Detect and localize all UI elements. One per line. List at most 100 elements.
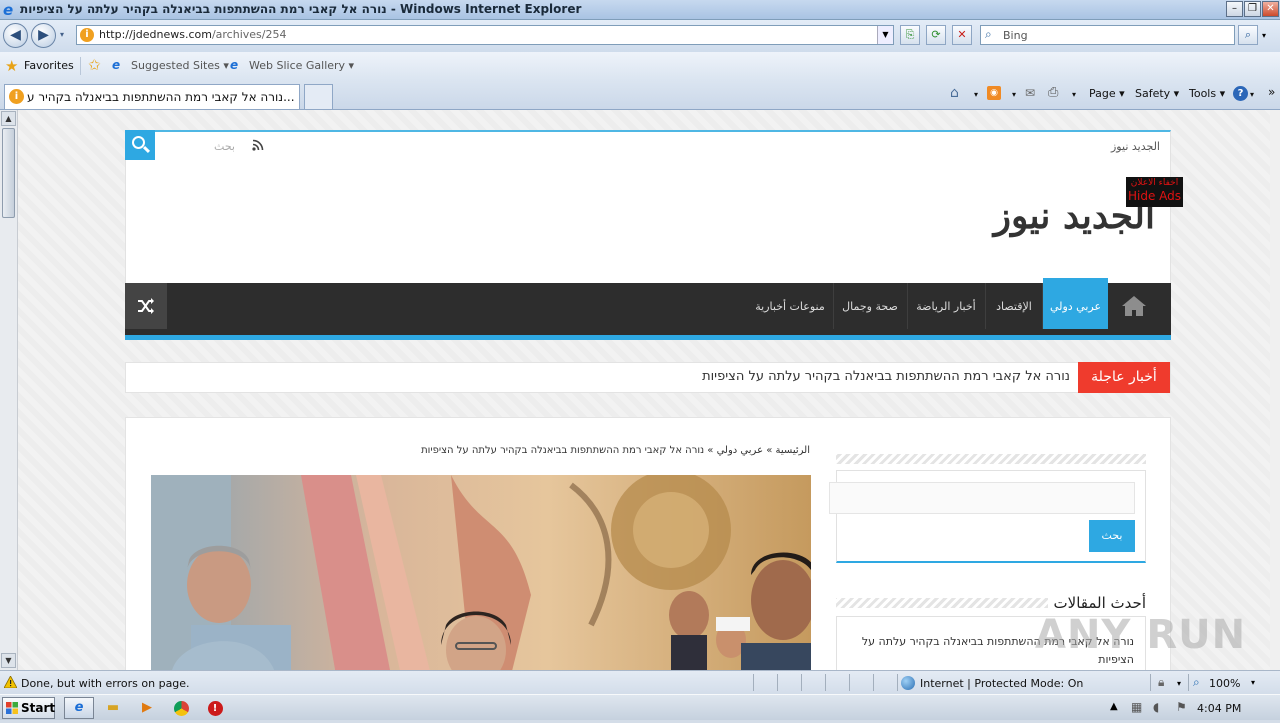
favorites-button[interactable]: Favorites — [24, 59, 74, 72]
print-icon[interactable]: ⎙ — [1048, 85, 1058, 100]
nav-item-sports[interactable]: أخبار الرياضة — [908, 283, 984, 329]
taskbar-ie-icon[interactable]: e — [64, 697, 94, 719]
feeds-icon[interactable]: ◉ — [987, 86, 1001, 100]
window-title-bar: e נורה אל קאבי רמת ההשתתפות בביאנלה בקהי… — [0, 0, 1280, 20]
stop-icon[interactable]: ✕ — [952, 25, 972, 45]
breadcrumb-separator: » — [766, 445, 773, 456]
sidebar-search-button[interactable]: بحث — [1089, 520, 1135, 552]
suggested-sites-link[interactable]: Suggested Sites ▾ — [131, 59, 229, 72]
vertical-scrollbar[interactable]: ▲ ▼ — [0, 110, 18, 670]
page-menu[interactable]: Page ▾ — [1089, 87, 1125, 100]
protected-mode-dropdown-icon[interactable]: ▾ — [1177, 679, 1181, 688]
status-bar: Done, but with errors on page. Internet … — [0, 670, 1280, 694]
show-hidden-icons[interactable]: ▲ — [1110, 701, 1118, 712]
tab-label: נורה אל קאבי רמת ההשתתפות בביאנלה בקהיר … — [27, 90, 295, 104]
breaking-news-label: أخبار عاجلة — [1078, 362, 1170, 393]
scroll-down-icon[interactable]: ▼ — [1, 653, 16, 668]
right-gutter — [1270, 110, 1280, 670]
hide-ads-button[interactable]: اخفاء الاعلان Hide Ads — [1126, 177, 1183, 207]
nav-home-button[interactable] — [1114, 283, 1154, 329]
address-dropdown-icon[interactable]: ▼ — [877, 26, 893, 44]
compatibility-view-icon[interactable]: ⎘ — [900, 25, 920, 45]
tray-network-icon[interactable]: ▦ — [1131, 700, 1142, 714]
print-dropdown-icon[interactable]: ▾ — [1072, 90, 1076, 99]
tools-menu[interactable]: Tools ▾ — [1189, 87, 1225, 100]
back-button[interactable]: ◀ — [3, 23, 28, 48]
status-divider — [1150, 674, 1151, 691]
tab-current[interactable]: i נורה אל קאבי רמת ההשתתפות בביאנלה בקהי… — [4, 84, 300, 109]
zoom-icon[interactable]: ⌕ — [1193, 675, 1200, 690]
home-icon[interactable]: ⌂ — [950, 85, 959, 101]
forward-button[interactable]: ▶ — [31, 23, 56, 48]
web-slice-icon: e — [230, 58, 239, 72]
chrome-logo-icon — [173, 701, 189, 716]
scroll-up-icon[interactable]: ▲ — [1, 111, 16, 126]
internet-zone-icon — [901, 676, 915, 690]
search-input[interactable]: ⌕ Bing — [980, 25, 1235, 45]
help-icon[interactable]: ? — [1233, 86, 1248, 101]
nav-separator — [833, 283, 834, 329]
zoom-dropdown-icon[interactable]: ▾ — [1251, 678, 1255, 687]
anyrun-watermark: ANY RUN — [1035, 612, 1247, 658]
favorites-bar: ★ Favorites ✩ e Suggested Sites ▾ e Web … — [0, 52, 1280, 80]
recent-pages-dropdown-icon[interactable]: ▾ — [60, 30, 64, 39]
site-name-link[interactable]: الجديد نيوز — [1090, 140, 1160, 153]
search-go-icon[interactable]: ⌕ — [1238, 25, 1258, 45]
home-dropdown-icon[interactable]: ▾ — [974, 90, 978, 99]
taskbar-explorer-icon[interactable]: ▬ — [98, 697, 128, 719]
sidebar-search-input[interactable] — [829, 482, 1135, 514]
close-button[interactable]: ✕ — [1262, 1, 1279, 17]
nav-separator — [907, 283, 908, 329]
lock-icon[interactable]: 🔒︎ — [1158, 675, 1164, 690]
rss-icon[interactable] — [252, 139, 264, 154]
random-article-button[interactable] — [125, 283, 167, 329]
favorites-star-icon: ★ — [5, 57, 19, 75]
web-slice-gallery-link[interactable]: Web Slice Gallery ▾ — [249, 59, 354, 72]
site-top-bar — [125, 130, 1171, 162]
hide-ads-label-ar: اخفاء الاعلان — [1130, 178, 1179, 188]
taskbar-antivirus-icon[interactable]: ! — [200, 697, 230, 719]
breadcrumb-category[interactable]: عربي دولي — [717, 445, 763, 456]
minimize-button[interactable]: – — [1226, 1, 1243, 17]
start-button[interactable]: Start — [2, 697, 55, 719]
taskbar-clock[interactable]: 4:04 PM — [1197, 702, 1241, 715]
address-bar[interactable]: i http://jdednews.com/archives/254 ▼ — [76, 25, 894, 45]
scroll-thumb[interactable] — [2, 128, 15, 218]
home-nav-icon — [1122, 296, 1146, 316]
nav-item-economy[interactable]: الإقتصاد — [986, 283, 1042, 329]
restore-button[interactable]: ❐ — [1244, 1, 1261, 17]
feeds-dropdown-icon[interactable]: ▾ — [1012, 90, 1016, 99]
zoom-level[interactable]: 100% — [1209, 677, 1240, 690]
site-search-input[interactable]: بحث — [160, 140, 235, 153]
help-dropdown-icon[interactable]: ▾ — [1250, 90, 1254, 99]
status-divider — [873, 674, 874, 691]
nav-item-misc-news[interactable]: منوعات أخبارية — [748, 283, 832, 329]
bing-search-icon: ⌕ — [985, 27, 992, 41]
status-divider — [1188, 674, 1189, 691]
nav-item-health-beauty[interactable]: صحة وجمال — [834, 283, 906, 329]
taskbar-media-player-icon[interactable]: ▶ — [132, 697, 162, 719]
suggested-sites-icon: e — [112, 58, 121, 72]
breadcrumb-current: נורה אל קאבי רמת ההשתתפות בביאנלה בקהיר … — [421, 445, 705, 456]
warning-icon[interactable] — [4, 676, 17, 688]
refresh-icon[interactable]: ⟳ — [926, 25, 946, 45]
safety-menu[interactable]: Safety ▾ — [1135, 87, 1179, 100]
address-url[interactable]: http://jdednews.com/archives/254 — [99, 28, 286, 41]
search-options-dropdown-icon[interactable]: ▾ — [1262, 31, 1266, 40]
add-to-favorites-icon[interactable]: ✩ — [88, 56, 101, 74]
tray-action-center-icon[interactable]: ⚑ — [1176, 700, 1187, 714]
status-divider — [825, 674, 826, 691]
mail-icon[interactable]: ✉ — [1025, 86, 1035, 100]
site-search-button[interactable] — [125, 130, 155, 160]
status-divider — [897, 674, 898, 691]
more-commands-icon[interactable]: » — [1268, 85, 1275, 99]
taskbar-chrome-icon[interactable] — [166, 697, 196, 719]
breaking-news-headline[interactable]: נורה אל קאבי רמת ההשתתפות בביאנלה בקהיר … — [500, 369, 1070, 384]
breadcrumb-home[interactable]: الرئيسية — [776, 445, 810, 456]
nav-item-arab-international[interactable]: عربي دولي — [1043, 278, 1108, 329]
new-tab-button[interactable] — [304, 84, 333, 109]
hide-ads-label-en: Hide Ads — [1127, 189, 1182, 203]
nav-separator — [1042, 283, 1043, 329]
tray-volume-icon[interactable]: ◖ — [1153, 700, 1159, 714]
security-zone-text[interactable]: Internet | Protected Mode: On — [920, 677, 1083, 690]
